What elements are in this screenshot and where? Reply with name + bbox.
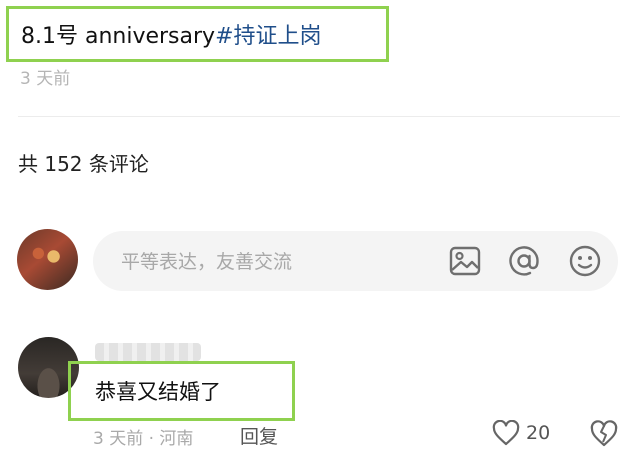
heart-icon (492, 420, 520, 446)
post-timestamp: 3 天前 (20, 69, 71, 89)
at-mention-icon[interactable] (506, 243, 542, 279)
comment-count: 共 152 条评论 (18, 152, 149, 176)
broken-heart-icon[interactable] (589, 418, 619, 448)
comment-text-box: 恭喜又结婚了 (68, 361, 295, 421)
divider (18, 116, 620, 117)
comment-composer[interactable] (93, 231, 618, 293)
image-icon[interactable] (447, 243, 483, 279)
post-title-text: 8.1号 anniversary (21, 24, 216, 49)
post-title: 8.1号 anniversary #持证上岗 (6, 6, 389, 62)
comment-text: 恭喜又结婚了 (95, 380, 221, 404)
my-avatar[interactable] (17, 229, 78, 290)
comment-meta: 3 天前 · 河南 (93, 429, 194, 449)
reply-button[interactable]: 回复 (240, 422, 278, 449)
comment-input[interactable] (119, 231, 423, 293)
like-count: 20 (526, 422, 551, 444)
emoji-icon[interactable] (567, 243, 603, 279)
like-button[interactable]: 20 (492, 418, 550, 448)
commenter-username-blurred[interactable] (95, 343, 201, 361)
hashtag-link[interactable]: #持证上岗 (215, 18, 321, 50)
